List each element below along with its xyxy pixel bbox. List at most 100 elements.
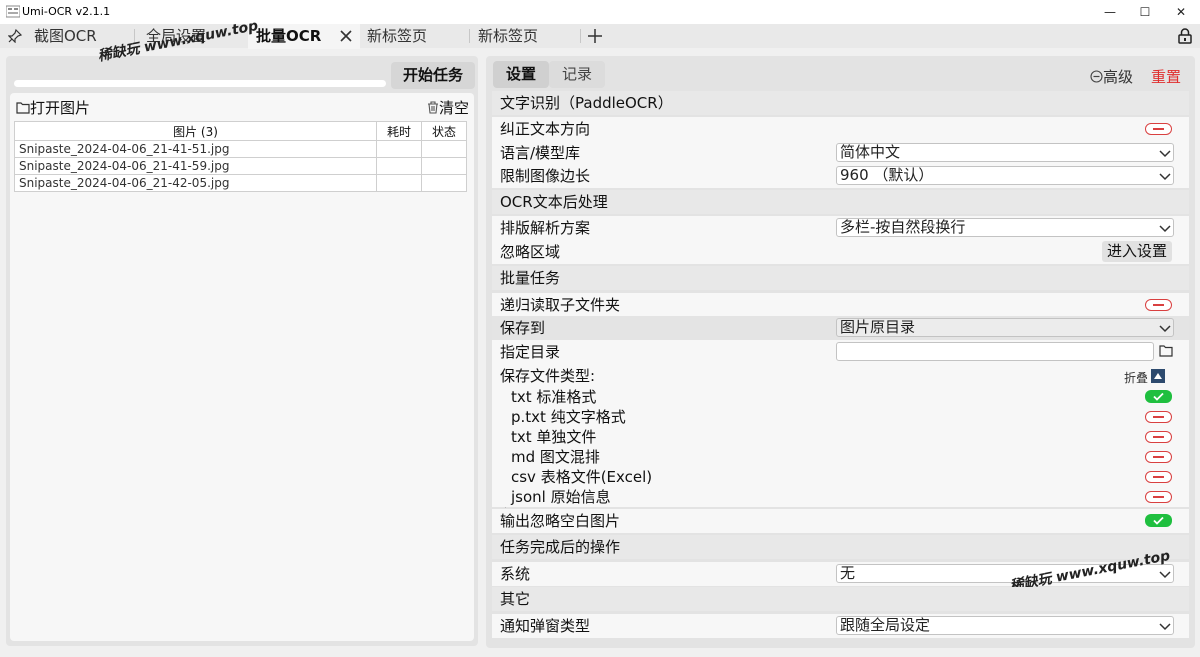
file-name: Snipaste_2024-04-06_21-41-59.jpg	[14, 157, 377, 175]
window-title: Umi-OCR v2.1.1	[22, 5, 111, 18]
clear-button[interactable]: 清空	[427, 97, 469, 118]
row-label: 忽略区域	[500, 243, 561, 261]
close-tab-icon[interactable]	[340, 30, 352, 42]
chevron-down-icon	[1159, 173, 1171, 181]
row-label: 指定目录	[500, 343, 561, 361]
row-label: 系统	[500, 565, 531, 583]
add-tab-icon[interactable]	[588, 29, 602, 43]
notify-select[interactable]: 跟随全局设定	[836, 616, 1174, 635]
row-type-txt: txt 标准格式	[492, 387, 1189, 407]
advanced-toggle[interactable]: 高级	[1090, 66, 1133, 87]
chevron-down-icon	[1159, 225, 1171, 233]
start-task-button[interactable]: 开始任务	[391, 62, 475, 89]
chevron-down-icon	[1159, 571, 1171, 579]
ignore-blank-toggle[interactable]	[1145, 514, 1172, 527]
select-value: 图片原目录	[840, 318, 916, 336]
time-cell	[376, 157, 422, 175]
table-row[interactable]: Snipaste_2024-04-06_21-42-05.jpg	[14, 174, 467, 192]
language-select[interactable]: 简体中文	[836, 143, 1174, 162]
correct-direction-toggle[interactable]	[1145, 123, 1172, 135]
reset-button[interactable]: 重置	[1151, 66, 1181, 87]
row-ignore-blank: 输出忽略空白图片	[492, 509, 1189, 533]
table-row[interactable]: Snipaste_2024-04-06_21-41-51.jpg	[14, 140, 467, 158]
fold-label[interactable]: 折叠	[1124, 369, 1148, 386]
close-window-button[interactable]: ✕	[1163, 0, 1199, 24]
tab-batch-ocr[interactable]: 批量OCR	[256, 24, 321, 48]
row-label: 排版解析方案	[500, 219, 591, 237]
chevron-down-icon	[1159, 150, 1171, 158]
save-to-select[interactable]: 图片原目录	[836, 318, 1174, 337]
row-label: 递归读取子文件夹	[500, 296, 621, 314]
file-name: Snipaste_2024-04-06_21-42-05.jpg	[14, 174, 377, 192]
row-label: jsonl 原始信息	[511, 488, 611, 506]
chevron-down-icon	[1159, 623, 1171, 631]
open-images-button[interactable]: 打开图片	[16, 97, 90, 118]
clear-label: 清空	[439, 99, 470, 117]
progress-bar	[14, 80, 386, 87]
advanced-label: 高级	[1103, 68, 1134, 86]
row-label: p.txt 纯文字格式	[511, 408, 626, 426]
section-batch: 批量任务	[492, 266, 1189, 290]
select-value: 无	[840, 564, 856, 582]
status-cell	[421, 157, 467, 175]
recursive-toggle[interactable]	[1145, 299, 1172, 311]
row-label: 语言/模型库	[500, 144, 581, 162]
table-row[interactable]: Snipaste_2024-04-06_21-41-59.jpg	[14, 157, 467, 175]
type-txt-single-toggle[interactable]	[1145, 431, 1172, 443]
tab-new-2[interactable]: 新标签页	[478, 24, 538, 48]
type-ptxt-toggle[interactable]	[1145, 411, 1172, 423]
tab-settings[interactable]: 设置	[493, 61, 549, 88]
column-header-image[interactable]: 图片 (3)	[14, 121, 377, 141]
maximize-button[interactable]: ☐	[1127, 0, 1163, 24]
app-icon	[6, 5, 20, 18]
section-after-task: 任务完成后的操作	[492, 535, 1189, 559]
row-label: txt 标准格式	[511, 388, 597, 406]
row-ignore-area: 忽略区域	[492, 240, 1189, 264]
column-header-time[interactable]: 耗时	[376, 121, 422, 141]
row-label: 通知弹窗类型	[500, 617, 591, 635]
status-cell	[421, 174, 467, 192]
section-other: 其它	[492, 587, 1189, 611]
limit-side-select[interactable]: 960 （默认）	[836, 166, 1174, 185]
row-type-md: md 图文混排	[492, 447, 1189, 467]
select-value: 简体中文	[840, 143, 901, 161]
row-type-txt-single: txt 单独文件	[492, 427, 1189, 447]
time-cell	[376, 140, 422, 158]
tab-new-1[interactable]: 新标签页	[367, 24, 427, 48]
tab-screenshot-ocr[interactable]: 截图OCR	[34, 24, 97, 48]
select-value: 跟随全局设定	[840, 616, 931, 634]
select-value: 多栏-按自然段换行	[840, 218, 966, 236]
select-value: 960 （默认）	[840, 166, 934, 184]
row-label: csv 表格文件(Excel)	[511, 468, 653, 486]
row-recursive: 递归读取子文件夹	[492, 293, 1189, 317]
trash-icon	[428, 101, 438, 114]
minimize-button[interactable]: —	[1092, 0, 1128, 24]
folder-icon[interactable]	[1159, 345, 1173, 357]
tab-records[interactable]: 记录	[549, 61, 605, 88]
lock-icon[interactable]	[1178, 28, 1192, 44]
ignore-area-settings-button[interactable]: 进入设置	[1102, 241, 1172, 262]
time-cell	[376, 174, 422, 192]
minus-circle-icon	[1090, 70, 1103, 83]
row-label: 纠正文本方向	[500, 120, 591, 138]
type-txt-toggle[interactable]	[1145, 390, 1172, 403]
row-label: md 图文混排	[511, 448, 600, 466]
type-csv-toggle[interactable]	[1145, 471, 1172, 483]
pin-icon[interactable]	[8, 29, 22, 43]
row-correct-direction: 纠正文本方向	[492, 117, 1189, 141]
directory-input[interactable]	[836, 342, 1154, 361]
image-table: 图片 (3) 耗时 状态 Snipaste_2024-04-06_21-41-5…	[14, 121, 467, 192]
chevron-down-icon	[1159, 325, 1171, 333]
layout-select[interactable]: 多栏-按自然段换行	[836, 218, 1174, 237]
type-md-toggle[interactable]	[1145, 451, 1172, 463]
type-jsonl-toggle[interactable]	[1145, 491, 1172, 503]
collapse-icon[interactable]	[1151, 369, 1165, 383]
row-label: 保存文件类型:	[500, 367, 596, 385]
row-label: 输出忽略空白图片	[500, 512, 621, 530]
row-type-ptxt: p.txt 纯文字格式	[492, 407, 1189, 427]
tab-divider	[469, 29, 470, 43]
folder-icon	[16, 102, 30, 114]
column-header-status[interactable]: 状态	[421, 121, 467, 141]
check-icon	[1153, 392, 1164, 401]
row-label: txt 单独文件	[511, 428, 597, 446]
